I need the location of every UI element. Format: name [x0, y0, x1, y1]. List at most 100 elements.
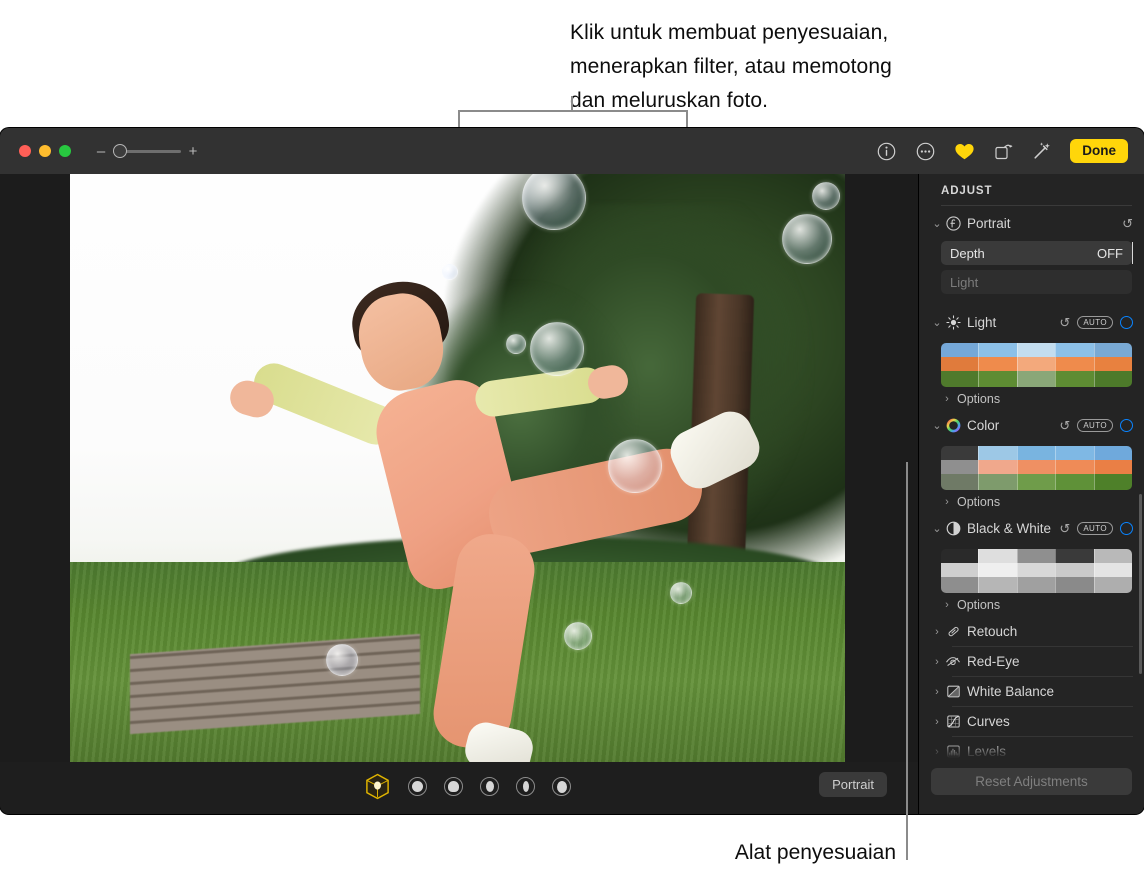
portrait-depth-label: Depth [950, 246, 985, 261]
chevron-right-icon[interactable]: › [941, 393, 953, 405]
section-light-label: Light [963, 315, 1059, 330]
studio-light-icon[interactable] [408, 777, 427, 796]
bw-options-row[interactable]: › Options [919, 593, 1144, 617]
right-callout-bracket [906, 462, 918, 782]
minimize-window-button[interactable] [39, 145, 51, 157]
zoom-slider-control[interactable]: – + [95, 144, 199, 159]
portrait-light-field[interactable]: Light [941, 270, 1132, 294]
info-icon[interactable] [875, 140, 897, 162]
auto-color-button[interactable]: AUTO [1077, 419, 1113, 432]
chevron-down-icon[interactable]: ⌄ [931, 522, 943, 535]
top-callout-line-1: Klik untuk membuat penyesuaian, [570, 16, 1090, 50]
done-button[interactable]: Done [1070, 139, 1128, 163]
zoom-window-button[interactable] [59, 145, 71, 157]
more-options-icon[interactable] [914, 140, 936, 162]
color-thumbnail-strip[interactable] [941, 446, 1132, 490]
bottom-callout-stem [906, 782, 908, 860]
zoom-in-icon[interactable]: + [187, 144, 199, 159]
auto-light-button[interactable]: AUTO [1077, 316, 1113, 329]
reset-adjustments-container: Reset Adjustments [919, 758, 1144, 814]
stage-light-mono-icon[interactable] [516, 777, 535, 796]
section-black-white-label: Black & White [963, 521, 1059, 536]
portrait-badge[interactable]: Portrait [819, 772, 887, 797]
chevron-right-icon[interactable]: › [931, 656, 943, 668]
color-options-row[interactable]: › Options [919, 490, 1144, 514]
section-color-label: Color [963, 418, 1059, 433]
portrait-f-icon [943, 216, 963, 231]
portrait-depth-field[interactable]: Depth OFF [941, 241, 1132, 265]
light-thumbnail-strip[interactable] [941, 343, 1132, 387]
adjust-panel: ADJUST ⌄ Portrait ↺ Depth OFF Light [918, 174, 1144, 814]
undo-portrait-icon[interactable]: ↺ [1122, 216, 1133, 232]
traffic-light-group [19, 145, 71, 157]
depth-slider-caret [1132, 242, 1134, 264]
portrait-light-label: Light [950, 275, 978, 290]
favorite-heart-icon[interactable] [953, 140, 975, 162]
chevron-down-icon[interactable]: ⌄ [931, 316, 943, 329]
section-retouch[interactable]: › Retouch [919, 617, 1144, 646]
brightness-sun-icon [943, 315, 963, 330]
light-options-row[interactable]: › Options [919, 387, 1144, 411]
chevron-right-icon[interactable]: › [931, 626, 943, 638]
portrait-depth-value: OFF [1097, 246, 1123, 261]
light-dial-knob[interactable] [1120, 316, 1133, 329]
bw-options-label: Options [957, 598, 1000, 612]
panel-scrollbar[interactable] [1139, 494, 1142, 674]
auto-enhance-icon[interactable] [1031, 140, 1053, 162]
section-portrait[interactable]: ⌄ Portrait ↺ [919, 209, 1144, 238]
photo-subject [220, 234, 780, 734]
retouch-bandage-icon [943, 624, 963, 639]
window-titlebar: – + Adjust Filters Crop [0, 128, 1144, 174]
lighting-mode-group[interactable] [364, 773, 571, 800]
high-key-light-mono-icon[interactable] [552, 777, 571, 796]
top-callout-text: Klik untuk membuat penyesuaian, menerapk… [570, 16, 1090, 118]
chevron-down-icon[interactable]: ⌄ [931, 419, 943, 432]
chevron-right-icon[interactable]: › [931, 716, 943, 728]
section-curves[interactable]: › Curves [919, 707, 1144, 736]
bw-thumbnail-strip[interactable] [941, 549, 1132, 593]
section-white-balance-label: White Balance [963, 684, 1133, 699]
chevron-right-icon[interactable]: › [941, 496, 953, 508]
section-red-eye[interactable]: › Red-Eye [919, 647, 1144, 676]
photos-editor-window: – + Adjust Filters Crop [0, 128, 1144, 814]
natural-light-cube-icon[interactable] [364, 773, 391, 800]
panel-fade-overlay [919, 742, 1144, 758]
top-callout-line-2: menerapkan filter, atau memotong [570, 50, 1090, 84]
undo-black-white-icon[interactable]: ↺ [1059, 521, 1070, 537]
zoom-out-icon[interactable]: – [95, 144, 107, 159]
section-portrait-label: Portrait [963, 216, 1122, 231]
color-wheel-icon [943, 418, 963, 433]
chevron-down-icon[interactable]: ⌄ [931, 217, 943, 230]
color-dial-knob[interactable] [1120, 419, 1133, 432]
stage-light-icon[interactable] [480, 777, 499, 796]
auto-black-white-button[interactable]: AUTO [1077, 522, 1113, 535]
black-white-dial-knob[interactable] [1120, 522, 1133, 535]
close-window-button[interactable] [19, 145, 31, 157]
color-options-label: Options [957, 495, 1000, 509]
reset-adjustments-button[interactable]: Reset Adjustments [931, 768, 1132, 795]
section-light[interactable]: ⌄ Light ↺ AUTO [919, 308, 1144, 337]
titlebar-actions: Done [875, 128, 1128, 174]
section-retouch-label: Retouch [963, 624, 1133, 639]
section-color[interactable]: ⌄ Color ↺ AUTO [919, 411, 1144, 440]
light-options-label: Options [957, 392, 1000, 406]
edited-photo[interactable] [70, 174, 845, 762]
photo-canvas: Portrait [0, 174, 918, 814]
zoom-slider-knob[interactable] [113, 144, 127, 158]
black-white-circle-icon [943, 521, 963, 536]
portrait-lighting-bar: Portrait [0, 762, 918, 814]
panel-title-divider [941, 205, 1132, 206]
rotate-icon[interactable] [992, 140, 1014, 162]
section-white-balance[interactable]: › White Balance [919, 677, 1144, 706]
undo-color-icon[interactable]: ↺ [1059, 418, 1070, 434]
section-red-eye-label: Red-Eye [963, 654, 1133, 669]
section-black-white[interactable]: ⌄ Black & White ↺ AUTO [919, 514, 1144, 543]
contour-light-icon[interactable] [444, 777, 463, 796]
bottom-callout-text: Alat penyesuaian [560, 841, 896, 865]
adjust-panel-scroll[interactable]: ADJUST ⌄ Portrait ↺ Depth OFF Light [919, 174, 1144, 758]
chevron-right-icon[interactable]: › [941, 599, 953, 611]
zoom-slider-track[interactable] [113, 150, 181, 153]
curves-icon [943, 714, 963, 729]
undo-light-icon[interactable]: ↺ [1059, 315, 1070, 331]
chevron-right-icon[interactable]: › [931, 686, 943, 698]
